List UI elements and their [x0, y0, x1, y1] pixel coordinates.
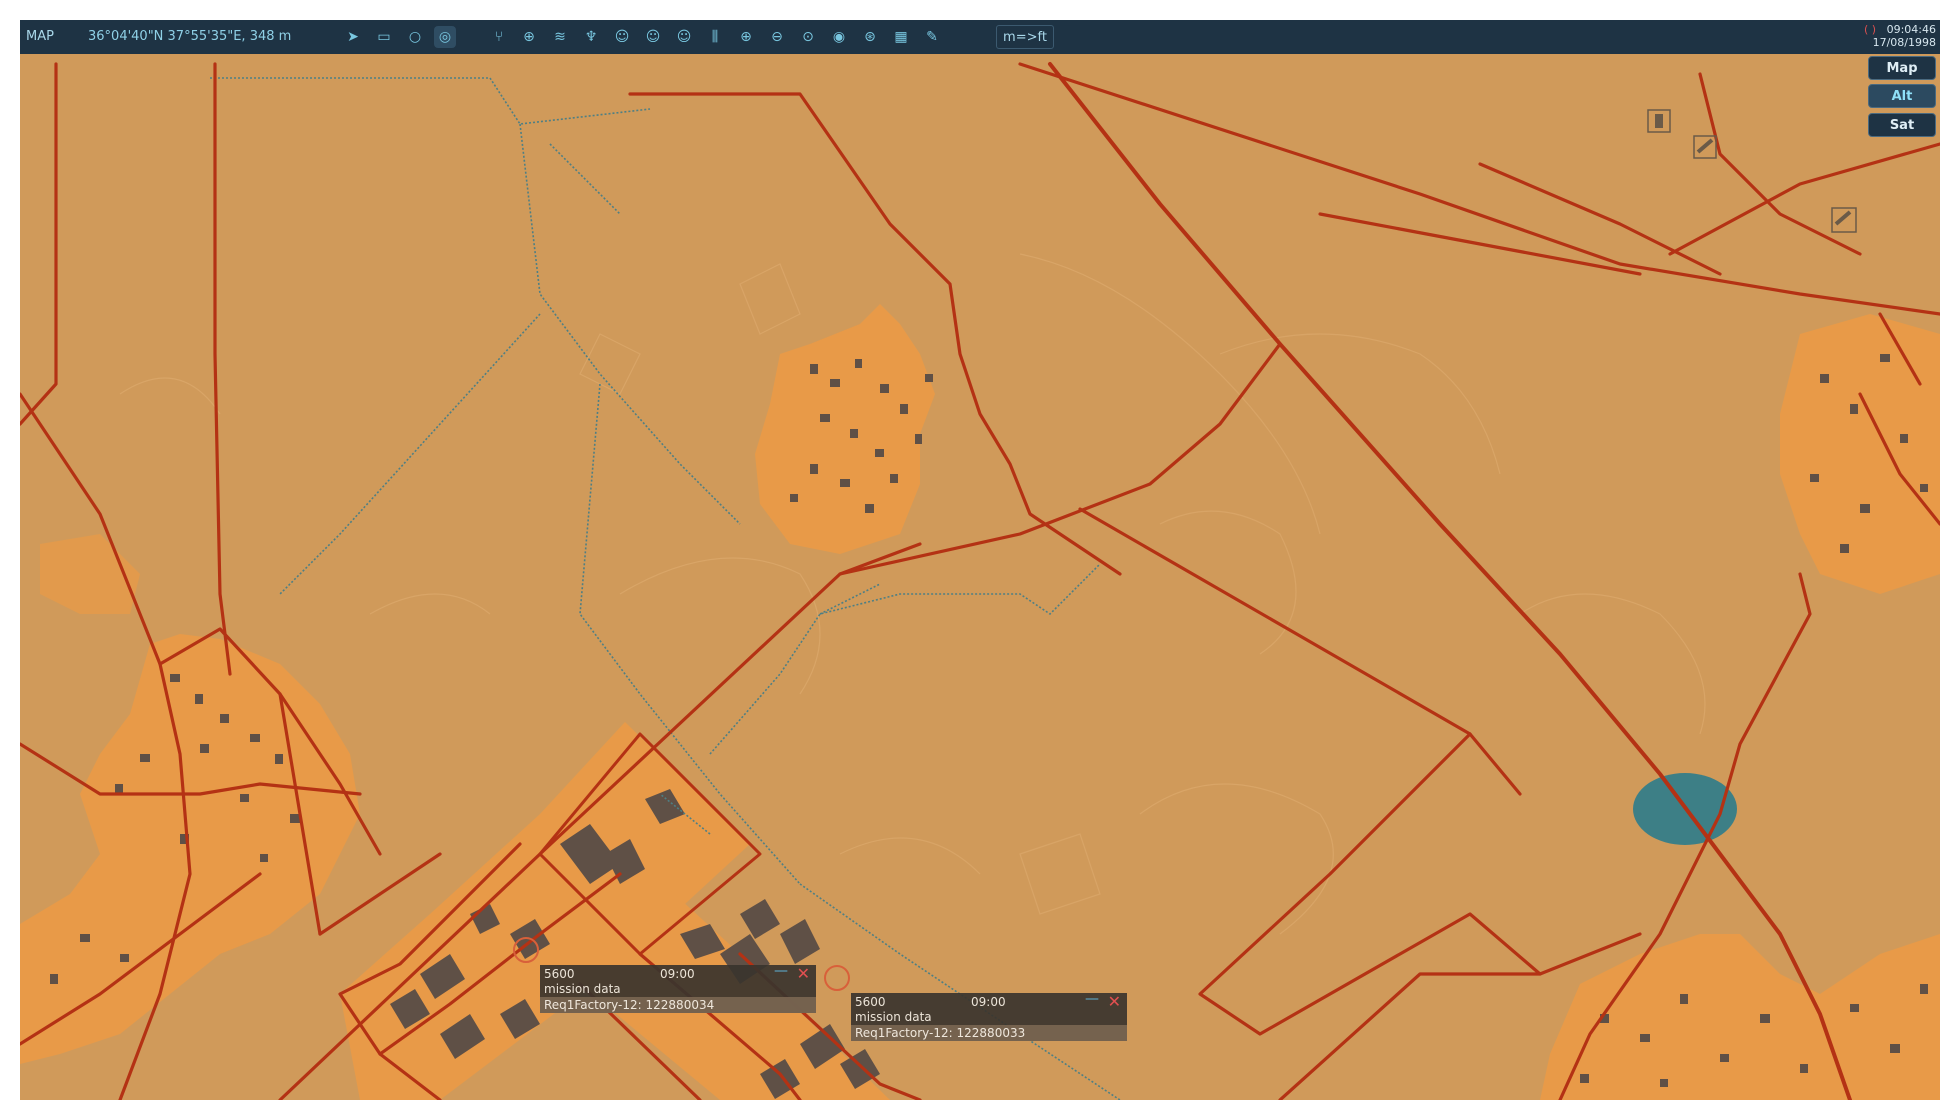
- popup-identifier: Req1Factory-12: 122880033: [851, 1025, 1127, 1041]
- route-icon[interactable]: ⑂: [488, 26, 510, 48]
- popup-altitude: 5600: [544, 967, 575, 981]
- popup-time: 09:00: [660, 967, 695, 981]
- layer-sat-button[interactable]: Sat: [1868, 113, 1936, 137]
- close-icon[interactable]: ✕: [1108, 992, 1121, 1011]
- toolbar: MAP 36°04'40"N 37°55'35"E, 348 m ➤ ▭ ○ ◎…: [20, 20, 1940, 54]
- grid-icon[interactable]: ▦: [890, 26, 912, 48]
- map-canvas[interactable]: [20, 54, 1940, 1100]
- popup-altitude: 5600: [855, 995, 886, 1009]
- head-c-icon[interactable]: ☺: [673, 26, 695, 48]
- popup-label: mission data: [544, 982, 621, 996]
- ruler-icon[interactable]: ▭: [373, 26, 395, 48]
- popup-label: mission data: [855, 1010, 932, 1024]
- close-icon[interactable]: ✕: [797, 964, 810, 983]
- zoom-in-icon[interactable]: ⊕: [735, 26, 757, 48]
- map-window: MAP 36°04'40"N 37°55'35"E, 348 m ➤ ▭ ○ ◎…: [20, 20, 1940, 1100]
- zoom-out-icon[interactable]: ⊖: [766, 26, 788, 48]
- mission-popup[interactable]: 5600 09:00 mission data — ✕ Req1Factory-…: [851, 991, 1127, 1041]
- head-b-icon[interactable]: ☺: [642, 26, 664, 48]
- target-icon[interactable]: ◉: [828, 26, 850, 48]
- popup-identifier: Req1Factory-12: 122880034: [540, 997, 816, 1013]
- clock-time: 09:04:46: [1886, 23, 1936, 36]
- head-a-icon[interactable]: ☺: [611, 26, 633, 48]
- clock-date: 17/08/1998: [1872, 36, 1936, 49]
- target-marker[interactable]: [513, 937, 539, 963]
- target-marker[interactable]: [824, 965, 850, 991]
- crosshair-icon[interactable]: ⊕: [518, 26, 540, 48]
- popup-time: 09:00: [971, 995, 1006, 1009]
- units-toggle-button[interactable]: m=>ft: [996, 25, 1054, 49]
- antenna-icon[interactable]: ♆: [580, 26, 602, 48]
- navigate-icon[interactable]: ➤: [342, 26, 364, 48]
- pen-icon[interactable]: ✎: [921, 26, 943, 48]
- mission-popup[interactable]: 5600 09:00 mission data — ✕ Req1Factory-…: [540, 963, 816, 1013]
- split-icon[interactable]: ⫼: [704, 26, 726, 48]
- clock: 09:04:46 17/08/1998: [1873, 23, 1936, 49]
- layers-icon[interactable]: ◎: [434, 26, 456, 48]
- cursor-coordinates: 36°04'40"N 37°55'35"E, 348 m: [88, 29, 292, 44]
- layer-map-button[interactable]: Map: [1868, 56, 1936, 80]
- globe-icon[interactable]: ⊛: [859, 26, 881, 48]
- circle-icon[interactable]: ○: [404, 26, 426, 48]
- minimize-icon[interactable]: —: [774, 963, 788, 979]
- zoom-fit-icon[interactable]: ⊙: [797, 26, 819, 48]
- layer-alt-button[interactable]: Alt: [1868, 84, 1936, 108]
- minimize-icon[interactable]: —: [1085, 991, 1099, 1007]
- app-title: MAP: [26, 29, 54, 44]
- wifi-icon[interactable]: ≋: [549, 26, 571, 48]
